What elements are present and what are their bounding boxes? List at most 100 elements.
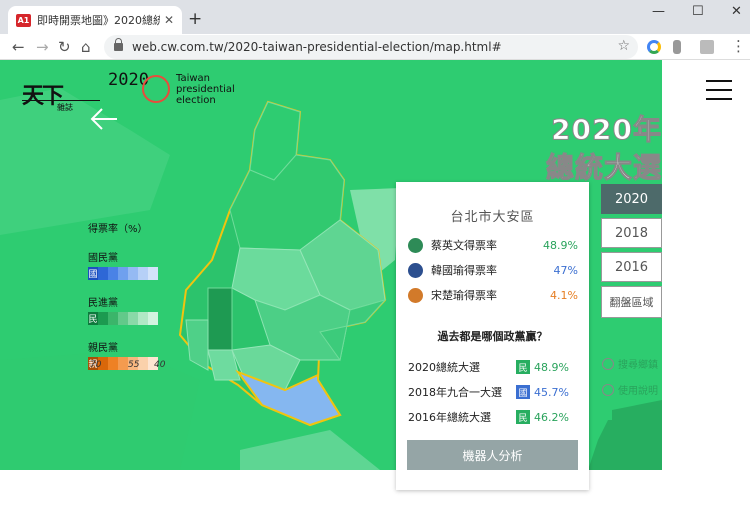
- logo-rule: [22, 100, 100, 101]
- legend-swatch: [138, 357, 148, 370]
- search-township-label: 搜尋鄉鎮: [618, 360, 658, 371]
- legend-swatch: [108, 312, 118, 325]
- browser-toolbar: ← → ↻ ⌂ web.cw.com.tw/2020-taiwan-presid…: [0, 34, 750, 60]
- vote-share-legend: 得票率（%） 國民黨 國 民進黨 民 親民黨 親 70 55 40: [88, 220, 165, 370]
- candidate-avatar-icon: [408, 262, 423, 278]
- year-tab-2016[interactable]: 2016: [601, 252, 662, 282]
- party-badge-icon: 國: [516, 385, 530, 399]
- history-election: 2016年總統大選: [408, 411, 491, 424]
- district-name: 台北市大安區: [450, 210, 535, 225]
- reload-button[interactable]: ↻: [58, 38, 71, 56]
- candidate-name: 蔡英文得票率: [431, 239, 497, 252]
- back-arrow-icon[interactable]: [90, 108, 118, 130]
- site-favicon-icon: A1: [16, 13, 31, 27]
- history-value: 45.7%: [534, 385, 569, 399]
- year-tab-2020[interactable]: 2020: [601, 184, 662, 214]
- year-tab-2018[interactable]: 2018: [601, 218, 662, 248]
- legend-swatch: [98, 267, 108, 280]
- back-button[interactable]: ←: [12, 38, 25, 56]
- history-question: 過去都是哪個政黨贏？: [437, 330, 548, 343]
- logo-cw[interactable]: 天下: [22, 78, 64, 110]
- page-title-year: 2020年: [551, 113, 662, 147]
- logo-english-line: Taiwan: [176, 73, 211, 84]
- legend-swatch: [118, 312, 128, 325]
- legend-tick: 70: [90, 360, 102, 370]
- party-badge-icon: 民: [516, 410, 530, 424]
- microphone-icon[interactable]: [673, 40, 681, 54]
- search-icon: [602, 357, 614, 370]
- map-region-northwest[interactable]: [0, 88, 170, 235]
- forward-button[interactable]: →: [36, 38, 49, 56]
- history-election: 2020總統大選: [408, 361, 480, 374]
- legend-title: 得票率（%）: [88, 224, 148, 235]
- candidate-pct: 47%: [553, 263, 578, 277]
- year-tab-flipped[interactable]: 翻盤區域: [601, 286, 662, 318]
- close-window-button[interactable]: ✕: [731, 4, 742, 19]
- district-wanhua[interactable]: [185, 319, 209, 371]
- legend-tick: 55: [128, 360, 140, 370]
- new-tab-button[interactable]: +: [188, 9, 202, 29]
- logo-english-line: election: [176, 95, 216, 106]
- extension-2-icon[interactable]: [700, 40, 714, 54]
- legend-swatches-dpp: 民: [88, 312, 158, 325]
- maximize-button[interactable]: ☐: [692, 4, 704, 19]
- url-text: web.cw.com.tw/2020-taiwan-presidential-e…: [132, 40, 502, 54]
- legend-party-dpp: 民進黨: [88, 298, 118, 309]
- logo-english: Taiwan presidential election: [176, 73, 235, 106]
- hamburger-menu-icon[interactable]: [706, 80, 732, 100]
- legend-swatch: [128, 312, 138, 325]
- logo-year: 2020: [108, 70, 149, 90]
- candidate-avatar-icon: [408, 237, 423, 253]
- candidate-row-soong: 宋楚瑜得票率 4.1%: [408, 286, 578, 304]
- legend-tick: 40: [154, 360, 166, 370]
- logo-circle-icon: [142, 75, 170, 103]
- search-township-link[interactable]: 搜尋鄉鎮: [602, 356, 658, 371]
- legend-swatch: 民: [88, 312, 98, 325]
- candidate-row-han: 韓國瑜得票率 47%: [408, 261, 578, 279]
- legend-swatch: [138, 312, 148, 325]
- history-value: 46.2%: [534, 410, 569, 424]
- history-value: 48.9%: [534, 360, 569, 374]
- legend-swatches-kmt: 國: [88, 267, 158, 280]
- legend-party-kmt: 國民黨: [88, 253, 118, 264]
- legend-swatch: [98, 312, 108, 325]
- map-region-southeast[interactable]: [240, 430, 380, 470]
- legend-swatch: 國: [88, 267, 98, 280]
- lock-icon: [114, 38, 123, 51]
- info-icon: [602, 383, 614, 396]
- candidate-avatar-icon: [408, 287, 423, 303]
- legend-swatch: [118, 357, 128, 370]
- browser-menu-icon[interactable]: ⋮: [731, 37, 746, 55]
- map-page: 天下 雜誌 2020 Taiwan presidential election …: [0, 60, 750, 523]
- history-row-2020: 2020總統大選 民 48.9%: [408, 359, 580, 375]
- legend-swatch: [148, 267, 158, 280]
- page-title: 總統大選: [545, 151, 662, 185]
- district-info-panel: 台北市大安區 蔡英文得票率 48.9% 韓國瑜得票率 47% 宋楚瑜得票率 4.…: [396, 182, 589, 490]
- candidate-row-tsai: 蔡英文得票率 48.9%: [408, 236, 578, 254]
- logo-english-line: presidential: [176, 84, 235, 95]
- legend-swatch: [138, 267, 148, 280]
- candidate-pct: 4.1%: [550, 288, 578, 302]
- legend-swatch: [108, 357, 118, 370]
- browser-tab[interactable]: A1 即時開票地圖》2020總統大選 ✕: [8, 6, 182, 34]
- robot-analysis-button[interactable]: 機器人分析: [407, 440, 578, 470]
- map-edge-fragment: [588, 420, 662, 470]
- extension-icon[interactable]: [647, 40, 661, 54]
- legend-party-pfp: 親民黨: [88, 343, 118, 354]
- home-button[interactable]: ⌂: [81, 38, 91, 56]
- browser-tab-bar: A1 即時開票地圖》2020總統大選 ✕ + — ☐ ✕: [0, 0, 750, 34]
- logo-subtitle: 雜誌: [57, 103, 73, 112]
- candidate-name: 韓國瑜得票率: [431, 264, 497, 277]
- address-bar[interactable]: web.cw.com.tw/2020-taiwan-presidential-e…: [104, 35, 638, 59]
- district-datong[interactable]: [207, 287, 233, 351]
- minimize-button[interactable]: —: [652, 4, 665, 19]
- instructions-label: 使用說明: [618, 386, 658, 397]
- page-right-margin: [662, 60, 750, 523]
- legend-swatch: [148, 312, 158, 325]
- tab-close-icon[interactable]: ✕: [164, 13, 174, 27]
- legend-swatch: [108, 267, 118, 280]
- party-badge-icon: 民: [516, 360, 530, 374]
- bookmark-star-icon[interactable]: ☆: [617, 38, 630, 54]
- instructions-link[interactable]: 使用說明: [602, 382, 658, 397]
- legend-swatch: [118, 267, 128, 280]
